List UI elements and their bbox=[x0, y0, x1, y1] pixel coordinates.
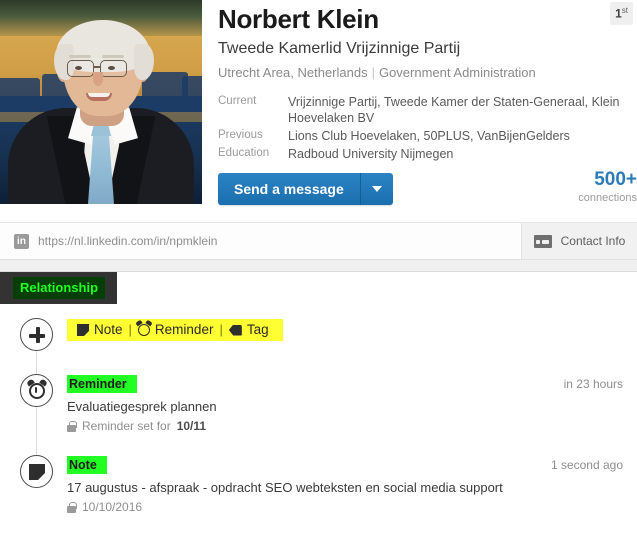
timeline-item-meta: 10/10/2016 bbox=[67, 497, 623, 514]
tab-bar: Relationship bbox=[0, 272, 637, 304]
message-button-group: Send a message bbox=[218, 173, 393, 205]
fact-label-previous: Previous bbox=[218, 129, 263, 141]
address-book-icon bbox=[533, 234, 552, 248]
fact-value-previous: Lions Club Hoevelaken, 50PLUS, VanBijenG… bbox=[288, 129, 570, 143]
profile-header: Norbert Klein Tweede Kamerlid Vrijzinnig… bbox=[218, 0, 637, 163]
profile-url-bar: in https://nl.linkedin.com/in/npmklein C… bbox=[0, 222, 637, 260]
quick-add-pills: Note | Reminder | Tag bbox=[67, 319, 283, 341]
fact-row-education: Education Radboud University Nijmegen bbox=[218, 145, 628, 163]
note-icon bbox=[20, 455, 53, 488]
lock-icon bbox=[67, 501, 77, 513]
page-title: Norbert Klein bbox=[218, 4, 379, 34]
section-divider bbox=[0, 260, 637, 272]
lock-icon bbox=[67, 420, 77, 432]
timeline-item-kind: Note bbox=[67, 456, 107, 474]
connections-block[interactable]: 500+ connections bbox=[578, 169, 637, 205]
profile-facts-table: Current Vrijzinnige Partij, Tweede Kamer… bbox=[218, 93, 628, 163]
clock-hand bbox=[34, 386, 37, 393]
quick-add-reminder-label: Reminder bbox=[154, 322, 214, 337]
profile-photo[interactable] bbox=[0, 0, 202, 204]
quick-add-note-label: Note bbox=[94, 322, 123, 337]
quick-add-reminder-button[interactable]: Reminder bbox=[132, 321, 220, 339]
timeline-item-text: 17 augustus - afspraak - opdracht SEO we… bbox=[67, 480, 503, 495]
contact-info-button[interactable]: Contact Info bbox=[522, 223, 637, 259]
linkedin-logo-icon: in bbox=[14, 233, 29, 249]
quick-add-body: Note | Reminder | Tag bbox=[53, 318, 623, 360]
tab-relationship[interactable]: Relationship bbox=[0, 272, 117, 304]
photo-person bbox=[0, 0, 202, 204]
person-nose bbox=[93, 72, 103, 86]
tab-relationship-label: Relationship bbox=[13, 277, 106, 299]
timeline-item-kind: Reminder bbox=[67, 375, 137, 393]
connections-count: 500+ bbox=[594, 169, 637, 190]
note-icon bbox=[77, 324, 89, 336]
person-hair-right bbox=[134, 44, 154, 80]
plus-icon-vertical bbox=[35, 327, 40, 343]
quick-add-tag-button[interactable]: Tag bbox=[223, 321, 275, 339]
fact-value-current: Vrijzinnige Partij, Tweede Kamer der Sta… bbox=[288, 95, 620, 125]
profile-actions: Send a message 500+ connections bbox=[218, 169, 637, 207]
connections-label: connections bbox=[578, 192, 637, 204]
tag-icon bbox=[228, 324, 242, 336]
message-dropdown-button[interactable] bbox=[360, 173, 393, 205]
timeline-item-note[interactable]: Note 1 second ago 17 augustus - afspraak… bbox=[0, 433, 637, 514]
profile-location-line: Utrecht Area, Netherlands | Government Adm… bbox=[218, 60, 637, 83]
photo-frame bbox=[0, 0, 202, 204]
timeline-item-text: Evaluatiegesprek plannen bbox=[67, 399, 217, 414]
alarm-clock-icon bbox=[137, 324, 150, 336]
timeline-item-body: Note 1 second ago 17 augustus - afspraak… bbox=[53, 455, 623, 514]
person-glasses-left bbox=[67, 60, 94, 77]
contact-info-label: Contact Info bbox=[560, 234, 626, 248]
timeline-item-reminder[interactable]: Reminder in 23 hours Evaluatiegesprek pl… bbox=[0, 360, 637, 433]
timeline-item-time: 1 second ago bbox=[550, 458, 623, 472]
person-glasses-bridge bbox=[94, 66, 101, 68]
timeline-item-header: Note 1 second ago bbox=[67, 456, 623, 474]
profile-location: Utrecht Area, Netherlands bbox=[218, 65, 368, 80]
profile-url-field[interactable]: in https://nl.linkedin.com/in/npmklein bbox=[0, 223, 522, 259]
timeline-item-meta-value: 10/11 bbox=[176, 419, 207, 433]
alarm-clock-icon bbox=[20, 374, 53, 407]
alarm-clock-glyph bbox=[28, 382, 45, 399]
person-brow-left bbox=[69, 55, 91, 58]
fact-label-current: Current bbox=[218, 95, 257, 107]
person-teeth bbox=[88, 93, 110, 97]
quick-add-row: Note | Reminder | Tag bbox=[0, 318, 637, 360]
timeline-item-meta-value: 10/10/2016 bbox=[82, 500, 143, 514]
profile-url-text: https://nl.linkedin.com/in/npmklein bbox=[38, 234, 218, 248]
quick-add-note-button[interactable]: Note bbox=[71, 321, 129, 339]
note-glyph bbox=[28, 463, 45, 480]
fact-row-previous: Previous Lions Club Hoevelaken, 50PLUS, … bbox=[218, 127, 628, 145]
timeline-item-body: Reminder in 23 hours Evaluatiegesprek pl… bbox=[53, 374, 623, 433]
profile-industry: Government Administration bbox=[378, 65, 536, 80]
timeline-item-time: in 23 hours bbox=[563, 377, 623, 391]
timeline-item-meta: Reminder set for 10/11 bbox=[67, 416, 623, 433]
timeline-item-meta-prefix: Reminder set for bbox=[82, 419, 171, 433]
chevron-down-icon bbox=[371, 186, 382, 192]
add-icon[interactable] bbox=[20, 318, 53, 351]
fact-row-current: Current Vrijzinnige Partij, Tweede Kamer… bbox=[218, 93, 628, 127]
person-glasses-right bbox=[100, 60, 127, 77]
relationship-timeline: Note | Reminder | Tag Reminder in 23 hou… bbox=[0, 304, 637, 514]
profile-card: 1st Norbert Klein Tweede Kamerlid Vrijzi… bbox=[0, 0, 637, 222]
person-brow-right bbox=[102, 55, 124, 58]
fact-value-education: Radboud University Nijmegen bbox=[288, 147, 454, 161]
fact-label-education: Education bbox=[218, 147, 270, 159]
send-message-button[interactable]: Send a message bbox=[218, 173, 361, 205]
timeline-item-header: Reminder in 23 hours bbox=[67, 375, 623, 393]
quick-add-tag-label: Tag bbox=[246, 322, 269, 337]
profile-headline: Tweede Kamerlid Vrijzinnige Partij bbox=[218, 40, 461, 57]
location-separator: | bbox=[371, 65, 375, 80]
